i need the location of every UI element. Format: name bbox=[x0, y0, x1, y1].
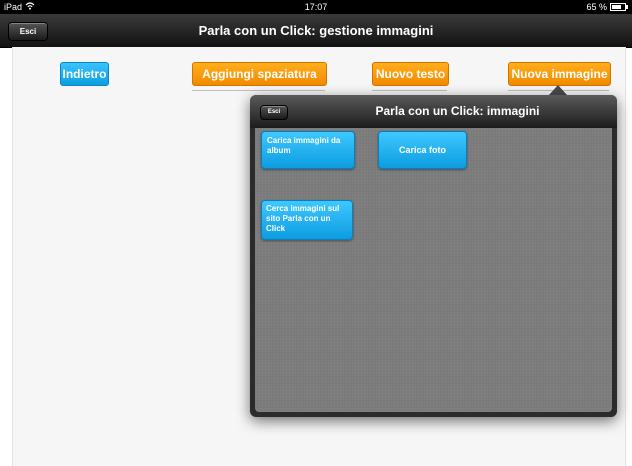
divider bbox=[372, 90, 447, 91]
images-popover: Esci Parla con un Click: immagini Carica… bbox=[250, 95, 617, 417]
load-album-label: Carica immagini da album bbox=[267, 136, 341, 155]
status-right: 65 % bbox=[586, 0, 628, 14]
popover-body: Carica immagini da album Carica foto Cer… bbox=[255, 128, 612, 412]
popover-title: Parla con un Click: immagini bbox=[375, 104, 540, 118]
status-bar: iPad 17:07 65 % bbox=[0, 0, 632, 14]
load-photo-label: Carica foto bbox=[398, 145, 446, 155]
add-spacing-button[interactable]: Aggiungi spaziatura bbox=[192, 62, 327, 86]
divider bbox=[192, 90, 325, 91]
search-site-label: Cerca immagini sul sito Parla con un Cli… bbox=[266, 204, 340, 233]
battery-icon bbox=[610, 3, 628, 11]
new-image-button[interactable]: Nuova immagine bbox=[508, 62, 611, 86]
new-text-button[interactable]: Nuovo testo bbox=[372, 62, 449, 86]
status-time: 17:07 bbox=[304, 2, 328, 12]
battery-percent: 65 % bbox=[586, 2, 607, 12]
search-site-button[interactable]: Cerca immagini sul sito Parla con un Cli… bbox=[261, 200, 353, 240]
navigation-bar: Esci Parla con un Click: gestione immagi… bbox=[0, 14, 632, 48]
load-photo-button[interactable]: Carica foto bbox=[378, 131, 467, 169]
load-album-button[interactable]: Carica immagini da album bbox=[261, 131, 355, 169]
popover-arrow bbox=[549, 85, 567, 95]
page-title: Parla con un Click: gestione immagini bbox=[198, 23, 434, 38]
popover-header: Esci Parla con un Click: immagini bbox=[250, 95, 617, 128]
back-button[interactable]: Indietro bbox=[60, 62, 109, 86]
